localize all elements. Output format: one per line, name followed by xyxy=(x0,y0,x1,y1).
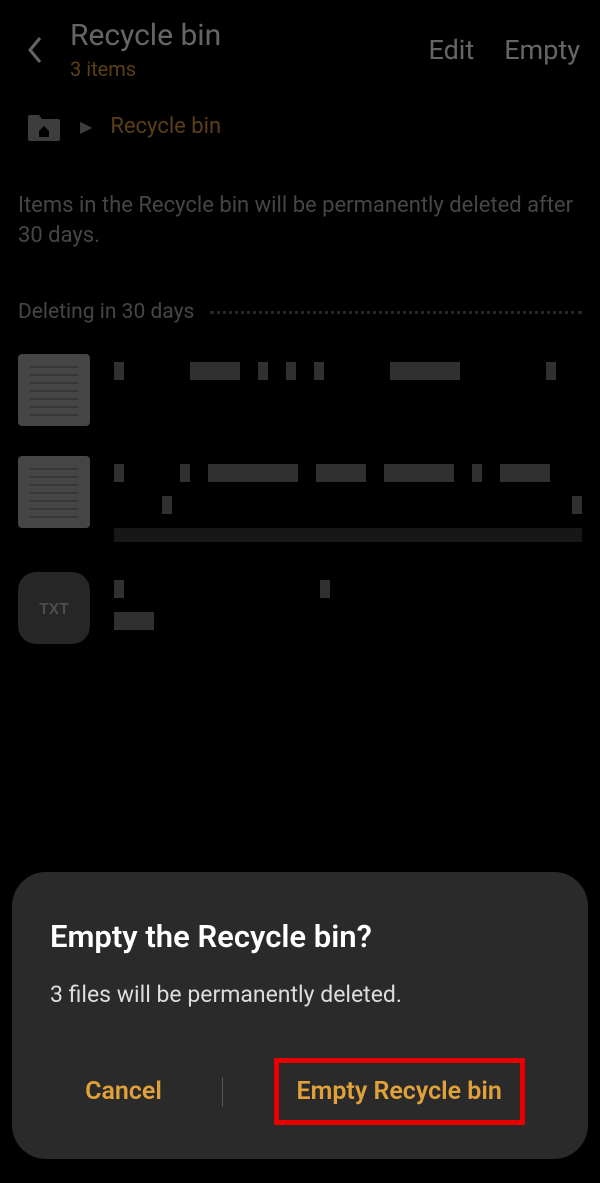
breadcrumb: ▶ Recycle bin xyxy=(0,91,600,151)
info-text: Items in the Recycle bin will be permane… xyxy=(0,151,600,270)
dialog-message: 3 files will be permanently deleted. xyxy=(50,981,550,1008)
back-icon xyxy=(26,35,44,65)
file-thumbnail xyxy=(18,456,90,528)
page-title: Recycle bin xyxy=(70,18,398,53)
dialog-title: Empty the Recycle bin? xyxy=(50,918,550,955)
empty-recycle-bin-button[interactable]: Empty Recycle bin xyxy=(297,1077,502,1106)
file-info xyxy=(114,354,582,394)
file-row[interactable] xyxy=(18,354,582,426)
item-count: 3 items xyxy=(70,57,398,81)
file-info xyxy=(114,456,582,542)
section-header: Deleting in 30 days xyxy=(0,270,600,334)
back-button[interactable] xyxy=(20,35,50,65)
app-header: Recycle bin 3 items Edit Empty xyxy=(0,0,600,91)
confirm-dialog: Empty the Recycle bin? 3 files will be p… xyxy=(12,872,588,1159)
confirm-highlight: Empty Recycle bin xyxy=(274,1058,525,1125)
edit-button[interactable]: Edit xyxy=(428,34,474,66)
section-divider xyxy=(210,311,582,314)
file-list: TXT xyxy=(0,334,600,694)
dialog-actions: Cancel Empty Recycle bin xyxy=(50,1058,550,1125)
empty-button[interactable]: Empty xyxy=(504,34,580,66)
file-row[interactable] xyxy=(18,456,582,542)
title-block: Recycle bin 3 items xyxy=(70,18,398,81)
file-thumbnail xyxy=(18,354,90,426)
button-divider xyxy=(222,1077,223,1107)
file-row[interactable]: TXT xyxy=(18,572,582,644)
chevron-right-icon: ▶ xyxy=(80,117,92,136)
cancel-button[interactable]: Cancel xyxy=(75,1059,172,1124)
txt-badge: TXT xyxy=(39,599,69,618)
breadcrumb-current[interactable]: Recycle bin xyxy=(110,114,221,139)
home-folder-icon[interactable] xyxy=(26,111,62,141)
file-info xyxy=(114,572,582,644)
txt-file-icon: TXT xyxy=(18,572,90,644)
section-title: Deleting in 30 days xyxy=(18,300,194,324)
